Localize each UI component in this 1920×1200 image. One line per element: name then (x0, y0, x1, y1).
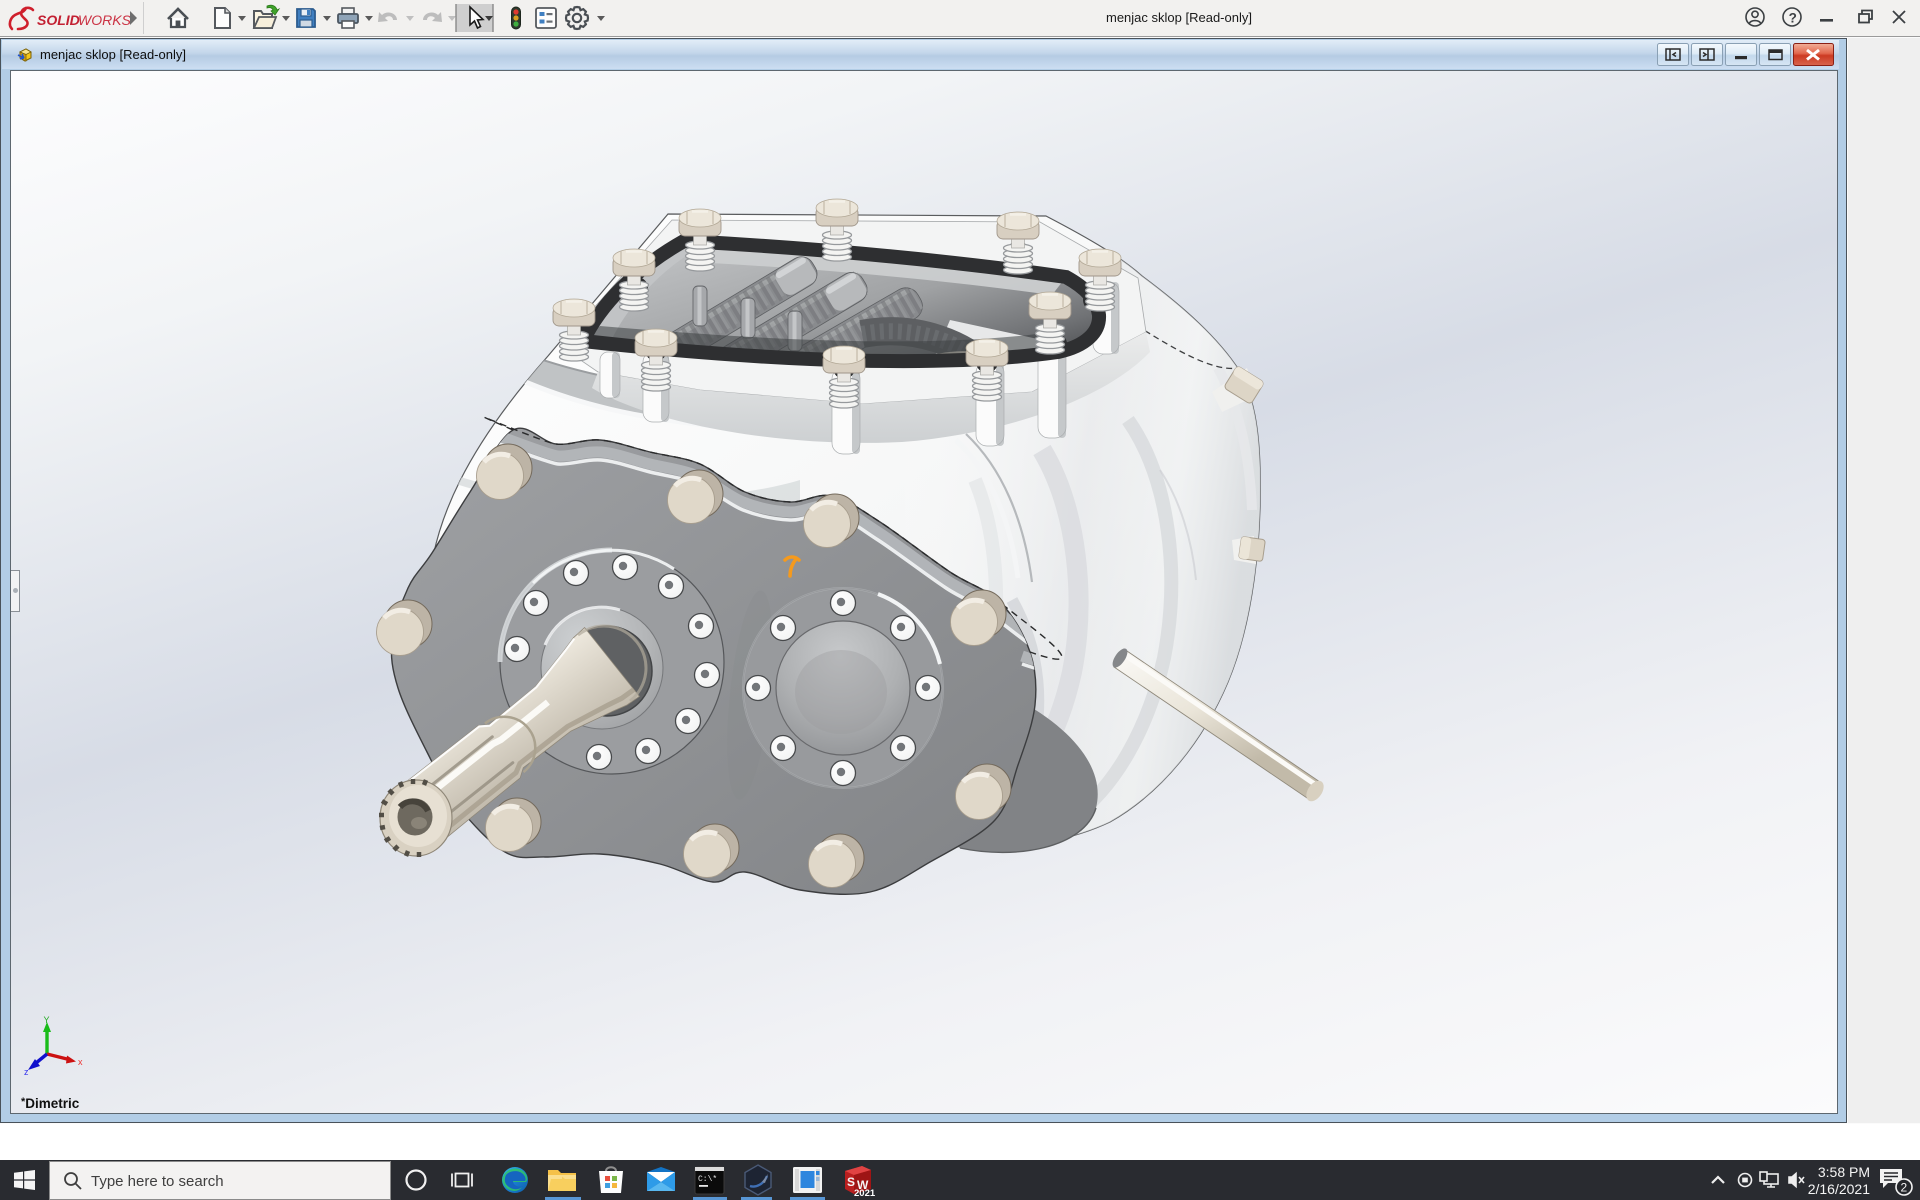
svg-text:?: ? (1789, 11, 1797, 26)
svg-text:S: S (847, 1175, 855, 1189)
svg-text:WORKS: WORKS (78, 12, 132, 28)
svg-text:2: 2 (1901, 1181, 1908, 1195)
svg-text:2021: 2021 (854, 1188, 876, 1197)
svg-text:SOLID: SOLID (37, 12, 80, 28)
svg-text:z: z (24, 1067, 29, 1077)
svg-text:C:\*: C:\* (698, 1175, 717, 1184)
svg-text:x: x (78, 1057, 83, 1067)
